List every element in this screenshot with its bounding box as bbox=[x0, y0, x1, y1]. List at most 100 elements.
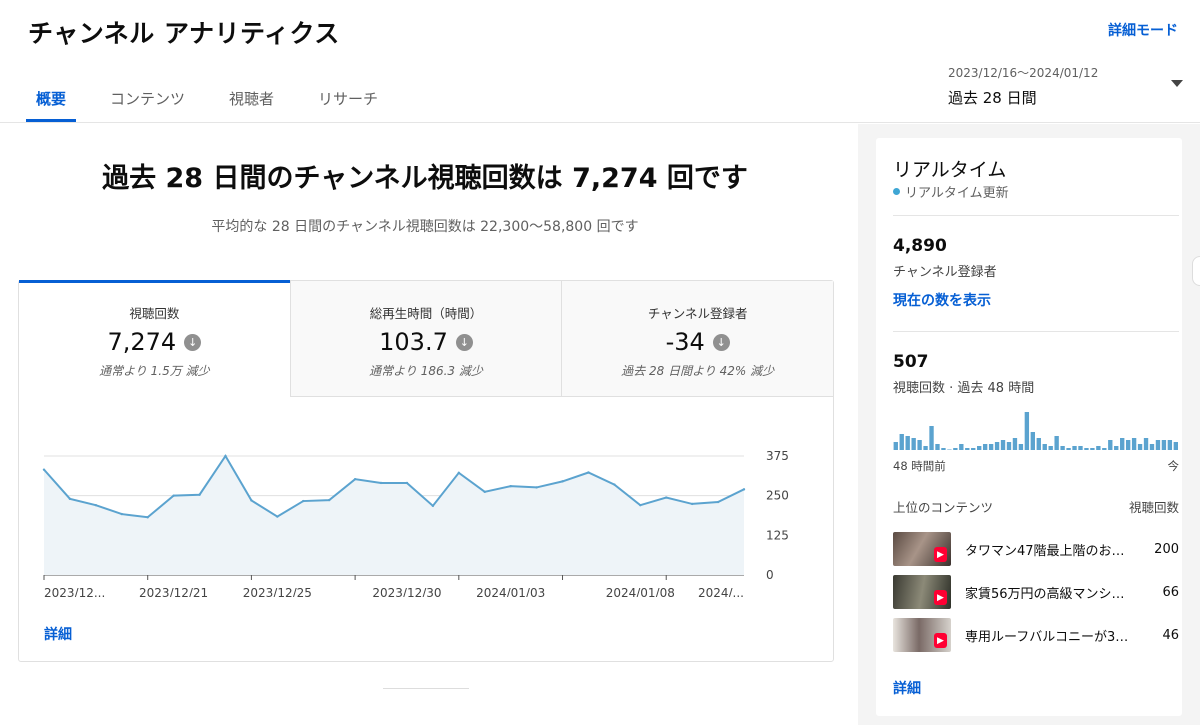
tab-content[interactable]: コンテンツ bbox=[100, 84, 195, 122]
tab-audience[interactable]: 視聴者 bbox=[219, 84, 284, 122]
views-48h-bar-chart bbox=[893, 412, 1178, 450]
card-more-link[interactable]: 詳細 bbox=[44, 624, 72, 644]
mini-bar bbox=[1125, 440, 1131, 450]
top-content-label: 上位のコンテンツ bbox=[893, 500, 994, 515]
content-title: 家賃56万円の高級マンショ… bbox=[965, 586, 1135, 602]
y-tick-label: 375 bbox=[766, 449, 789, 463]
date-range-text: 2023/12/16〜2024/01/12 bbox=[948, 66, 1099, 80]
x-tick-label: 2023/12/21 bbox=[139, 586, 208, 597]
mini-bar bbox=[1030, 432, 1035, 450]
data-point bbox=[198, 493, 201, 496]
video-thumbnail: ▶ bbox=[893, 575, 951, 609]
metric-tabs: 視聴回数 7,274 ↓ 通常より 1.5万 減少 総再生時間（時間） 103.… bbox=[19, 280, 834, 397]
metric-value-row: -34 ↓ bbox=[666, 328, 730, 356]
data-point bbox=[172, 494, 175, 497]
metric-label: チャンネル登録者 bbox=[647, 306, 748, 321]
data-point bbox=[379, 481, 383, 485]
realtime-more-link[interactable]: 詳細 bbox=[893, 678, 921, 698]
realtime-title: リアルタイム bbox=[893, 159, 1007, 181]
mini-bar bbox=[1149, 444, 1155, 450]
divider bbox=[383, 688, 469, 689]
tab-research[interactable]: リサーチ bbox=[308, 84, 388, 122]
metric-value-row: 7,274 ↓ bbox=[107, 328, 202, 356]
content-title: タワマン47階最上階のお… bbox=[965, 543, 1125, 559]
data-point bbox=[639, 503, 642, 507]
metric-label: 視聴回数 bbox=[129, 306, 180, 321]
mini-bar bbox=[1054, 436, 1059, 450]
data-point bbox=[716, 500, 720, 504]
mini-bar bbox=[899, 434, 904, 450]
mini-bar bbox=[923, 446, 928, 450]
arrow-down-icon: ↓ bbox=[455, 333, 473, 351]
views-column-label: 視聴回数 bbox=[1128, 500, 1179, 515]
x-tick-label: 2024/... bbox=[698, 586, 744, 597]
x-tick-label: 2023/12/25 bbox=[243, 586, 312, 597]
mini-bar bbox=[994, 442, 1000, 450]
mini-bar bbox=[941, 448, 946, 450]
advanced-mode-link[interactable]: 詳細モード bbox=[1108, 20, 1178, 40]
mini-bar bbox=[1084, 448, 1089, 450]
mini-bar bbox=[1155, 440, 1161, 450]
metric-watch-time[interactable]: 総再生時間（時間） 103.7 ↓ 通常より 186.3 減少 bbox=[289, 281, 562, 397]
mini-bar bbox=[1131, 438, 1137, 450]
arrow-down-icon: ↓ bbox=[184, 333, 202, 351]
mini-bar bbox=[1096, 446, 1101, 450]
mini-bar bbox=[1060, 446, 1065, 450]
y-tick-label: 125 bbox=[766, 528, 789, 542]
data-point bbox=[42, 468, 46, 471]
data-point bbox=[353, 477, 357, 481]
top-content-row[interactable]: ▶ 家賃56万円の高級マンショ… 66 bbox=[893, 575, 1179, 609]
date-range-picker[interactable]: 2023/12/16〜2024/01/12 過去 28 日間 bbox=[948, 64, 1183, 108]
top-bar: チャンネル アナリティクス 詳細モード 概要 コンテンツ 視聴者 リサーチ 20… bbox=[0, 0, 1200, 123]
mini-axis-left: 48 時間前 bbox=[893, 459, 946, 473]
data-point bbox=[535, 486, 538, 489]
data-point bbox=[742, 488, 746, 491]
tab-overview[interactable]: 概要 bbox=[26, 84, 77, 122]
shorts-icon: ▶ bbox=[934, 547, 947, 562]
mini-bar bbox=[1048, 446, 1053, 450]
metric-label: 総再生時間（時間） bbox=[369, 306, 483, 321]
mini-bar bbox=[1143, 438, 1149, 450]
mini-bar bbox=[971, 448, 976, 450]
data-point bbox=[613, 483, 616, 486]
mini-bar bbox=[917, 440, 922, 450]
y-tick-label: 250 bbox=[766, 489, 789, 503]
metric-subscribers[interactable]: チャンネル登録者 -34 ↓ 過去 28 日間より 42% 減少 bbox=[561, 281, 834, 397]
top-content-row[interactable]: ▶ タワマン47階最上階のお… 200 bbox=[893, 532, 1179, 566]
views-48h-label: 視聴回数 · 過去 48 時間 bbox=[893, 381, 1035, 396]
metric-views[interactable]: 視聴回数 7,274 ↓ 通常より 1.5万 減少 bbox=[19, 280, 290, 397]
x-tick-label: 2024/01/03 bbox=[476, 586, 545, 597]
metric-note: 通常より 186.3 減少 bbox=[369, 364, 483, 378]
mini-bar bbox=[1090, 448, 1095, 450]
mini-bar bbox=[953, 448, 958, 450]
mini-bar bbox=[965, 448, 970, 450]
views-chart: 375 250 125 0 2023/12... 2023/12/21 2023/12/25… bbox=[19, 397, 833, 600]
data-point bbox=[405, 481, 409, 485]
mini-bar bbox=[947, 449, 952, 450]
mini-axis-right: 今 bbox=[1167, 459, 1180, 473]
show-current-link[interactable]: 現在の数を表示 bbox=[893, 290, 991, 310]
mini-bar bbox=[1018, 444, 1024, 450]
metrics-card: 視聴回数 7,274 ↓ 通常より 1.5万 減少 総再生時間（時間） 103.… bbox=[18, 280, 834, 662]
mini-bar bbox=[1120, 438, 1125, 450]
divider bbox=[893, 331, 1179, 332]
y-tick-label: 0 bbox=[766, 568, 774, 582]
mini-bar bbox=[982, 444, 988, 450]
mini-bar bbox=[1102, 448, 1107, 450]
side-panel: リアルタイム リアルタイム更新 4,890 チャンネル登録者 現在の数を表示 5… bbox=[858, 124, 1200, 725]
mini-bar bbox=[1006, 442, 1012, 450]
panel-scroll-handle[interactable] bbox=[1192, 256, 1200, 286]
realtime-live-status: リアルタイム更新 bbox=[893, 182, 1009, 201]
metric-value-row: 103.7 ↓ bbox=[379, 328, 473, 356]
realtime-card: リアルタイム リアルタイム更新 4,890 チャンネル登録者 現在の数を表示 5… bbox=[876, 138, 1182, 716]
data-point bbox=[146, 516, 149, 519]
mini-bar bbox=[1173, 442, 1178, 450]
shorts-icon: ▶ bbox=[934, 633, 947, 648]
data-point bbox=[587, 471, 590, 474]
mini-bar bbox=[911, 438, 916, 450]
metric-value: 103.7 bbox=[379, 328, 448, 356]
data-point bbox=[431, 504, 435, 508]
data-point bbox=[68, 497, 72, 501]
top-content-row[interactable]: ▶ 専用ルーフバルコニーが30… 46 bbox=[893, 618, 1179, 652]
mini-bar bbox=[1072, 446, 1077, 450]
